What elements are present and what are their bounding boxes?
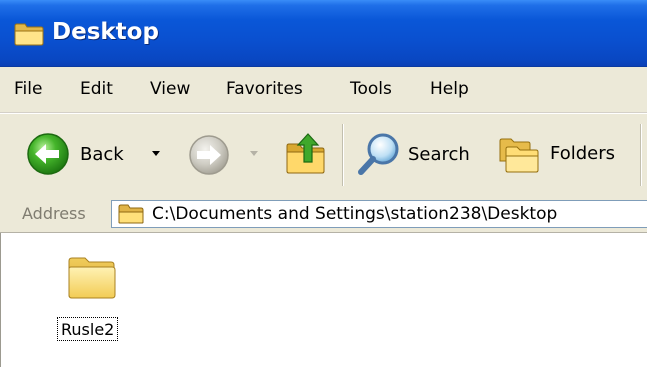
toolbar-separator (342, 124, 343, 186)
folders-icon (499, 138, 539, 173)
address-label: Address (22, 204, 86, 223)
menu-help[interactable]: Help (430, 79, 469, 99)
folders-label: Folders (550, 142, 616, 164)
back-button[interactable]: Back (26, 132, 124, 176)
back-dropdown-arrow[interactable] (152, 151, 160, 156)
address-input[interactable]: C:\Documents and Settings\station238\Des… (111, 200, 647, 228)
menu-edit[interactable]: Edit (80, 79, 113, 99)
folder-icon (118, 204, 144, 224)
address-bar: Address C:\Documents and Settings\statio… (0, 196, 647, 233)
forward-dropdown-arrow[interactable] (250, 151, 258, 156)
toolbar: Back Search Folders (0, 113, 647, 197)
address-value: C:\Documents and Settings\station238\Des… (152, 204, 558, 224)
file-list-area[interactable]: Rusle2 (0, 233, 647, 367)
folder-icon (68, 257, 116, 299)
up-folder-button[interactable] (284, 130, 328, 176)
menu-favorites[interactable]: Favorites (226, 79, 303, 99)
search-button[interactable]: Search (356, 131, 470, 177)
title-bar[interactable]: Desktop (0, 0, 647, 67)
folder-icon (14, 23, 44, 46)
menu-view[interactable]: View (150, 79, 190, 99)
window-title: Desktop (52, 19, 159, 45)
toolbar-separator (640, 124, 641, 186)
search-label: Search (408, 143, 470, 165)
menu-bar: File Edit View Favorites Tools Help (0, 67, 647, 113)
menu-file[interactable]: File (14, 79, 42, 99)
magnifier-icon (358, 133, 399, 175)
folder-up-icon (286, 133, 325, 174)
back-label: Back (80, 143, 124, 165)
back-arrow-icon (27, 133, 69, 175)
forward-arrow-icon (189, 135, 229, 175)
menu-tools[interactable]: Tools (350, 79, 392, 99)
folders-button[interactable]: Folders (498, 131, 615, 175)
list-item-label: Rusle2 (57, 317, 119, 341)
forward-button[interactable] (188, 134, 230, 176)
